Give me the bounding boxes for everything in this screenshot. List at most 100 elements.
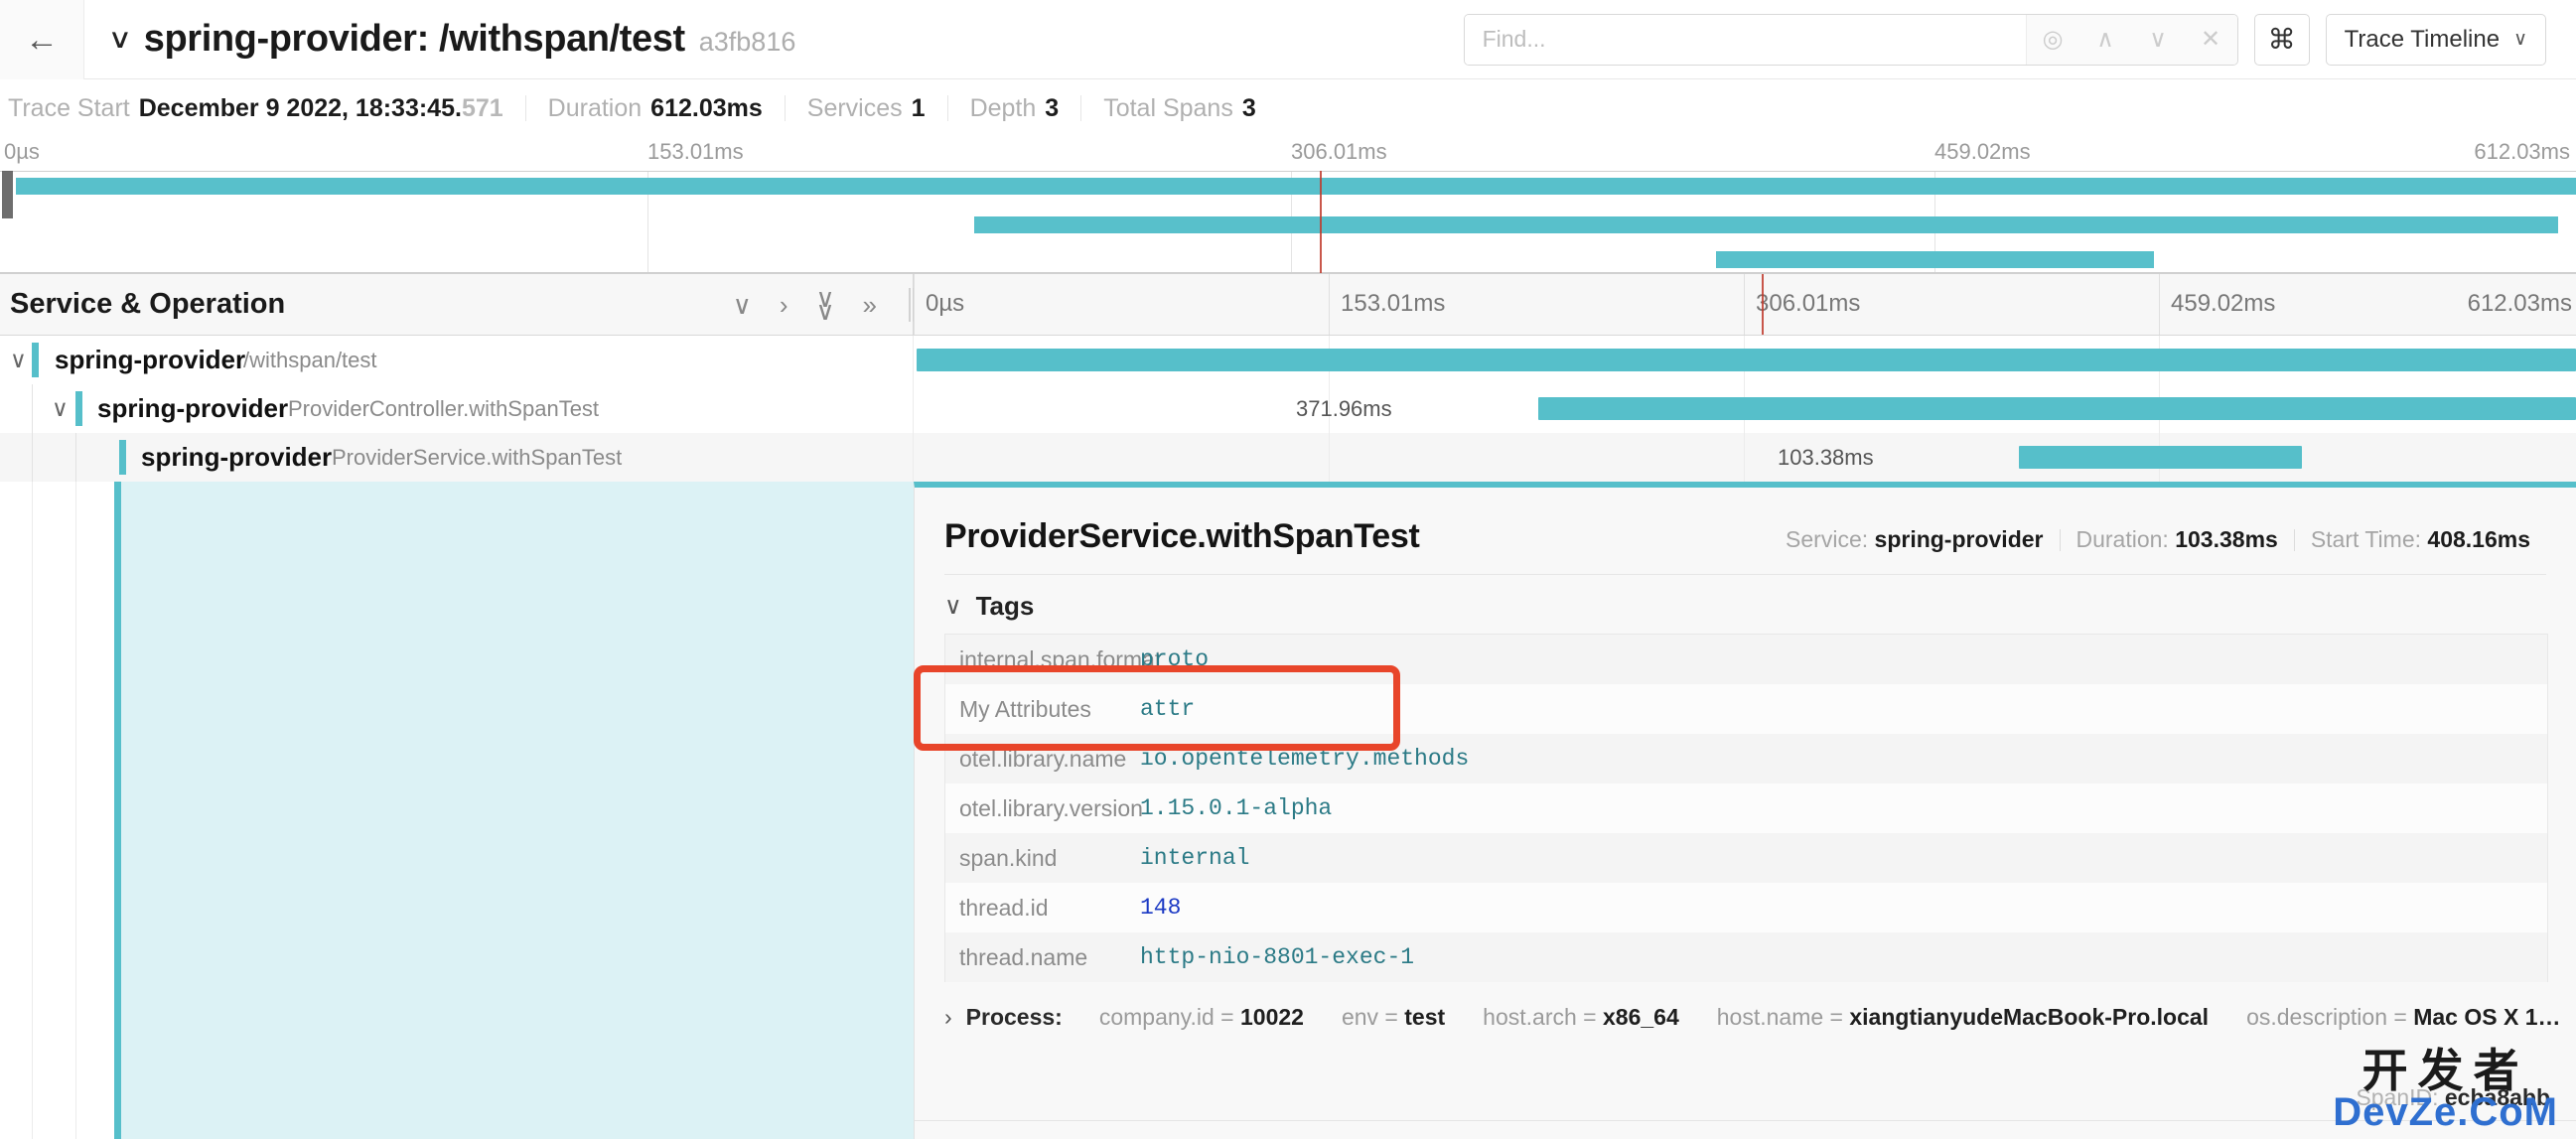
meta-label: Total Spans [1103, 93, 1233, 122]
minimap-tick: 612.03ms [2474, 139, 2570, 164]
detail-service: Service: spring-provider [1786, 526, 2044, 552]
table-row[interactable]: ∨ spring-provider ProviderController.wit… [0, 384, 2576, 433]
double-chevron-down-icon[interactable]: ∨ ∨ [816, 285, 835, 324]
process-section[interactable]: › Process: company.id = 10022 env = test… [915, 982, 2576, 1031]
trace-minimap[interactable]: 0µs 153.01ms 306.01ms 459.02ms 612.03ms [0, 137, 2576, 274]
span-row-label[interactable]: ∨ spring-provider /withspan/test [0, 336, 914, 384]
view-mode-select[interactable]: Trace Timeline ∨ [2325, 13, 2546, 66]
chevron-right-icon[interactable]: › [780, 292, 788, 318]
search-input[interactable] [1464, 14, 2026, 65]
minimap-canvas[interactable] [0, 171, 2576, 273]
tag-key: span.kind [959, 844, 1058, 871]
detail-start-time: Start Time: 408.16ms [2310, 526, 2530, 552]
table-row[interactable]: My Attributes attr [945, 684, 2547, 734]
detail-meta: Service: spring-provider Duration: 103.3… [1770, 526, 2546, 553]
find-group: ◎ ∧ ∨ ✕ [1463, 13, 2238, 66]
detail-gutter [0, 482, 114, 1139]
table-row[interactable]: span.kind internal [945, 833, 2547, 883]
span-row-bar-area[interactable]: 371.96ms [914, 384, 2576, 433]
meta-label: Depth [969, 93, 1037, 122]
tag-key: otel.library.name [959, 745, 1127, 772]
meta-value: 1 [911, 93, 926, 122]
span-rows: ∨ spring-provider /withspan/test ∨ sprin… [0, 336, 2576, 482]
keyboard-shortcut-button[interactable]: ⌘ [2253, 13, 2310, 66]
table-row[interactable]: ∨ spring-provider /withspan/test [0, 336, 2576, 384]
span-bar [917, 349, 2576, 371]
tags-table: internal.span.format proto My Attributes… [944, 634, 2548, 982]
span-row-label[interactable]: ∨ spring-provider ProviderController.wit… [0, 384, 914, 433]
watermark-en: DevZe.CoM [2333, 1090, 2558, 1134]
table-row[interactable]: spring-provider ProviderService.withSpan… [0, 433, 2576, 482]
meta-value: 612.03ms [650, 93, 763, 122]
timeline-column-header: Service & Operation ∨ › ∨ ∨ » 0µs 153.01m… [0, 274, 2576, 336]
meta-value: December 9 2022, 18:33:45.571 [138, 93, 503, 122]
tags-section-title: Tags [975, 591, 1035, 621]
target-icon[interactable]: ◎ [2027, 15, 2079, 65]
trace-meta-bar: Trace Start December 9 2022, 18:33:45.57… [0, 79, 2576, 137]
chevron-down-icon[interactable]: ∨ [2132, 15, 2185, 65]
chevron-down-icon[interactable]: ∨ [10, 349, 27, 371]
minimap-tick-labels: 0µs 153.01ms 306.01ms 459.02ms 612.03ms [0, 137, 2576, 171]
span-operation-name: /withspan/test [243, 347, 377, 372]
minimap-tick: 306.01ms [1291, 139, 1387, 164]
span-service-name: spring-provider [141, 442, 333, 472]
expand-collapse-controls: ∨ › ∨ ∨ » [733, 285, 913, 324]
service-operation-header: Service & Operation ∨ › ∨ ∨ » [0, 274, 915, 335]
chevron-down-icon[interactable]: ∨ [108, 26, 133, 53]
span-service-name: spring-provider [97, 393, 289, 423]
process-item: os.description = Mac OS X 1… [2246, 1004, 2561, 1030]
span-detail-panel: ProviderService.withSpanTest Service: sp… [0, 482, 2576, 1139]
process-label: Process: [965, 1004, 1063, 1030]
minimap-drag-handle-left[interactable] [2, 171, 13, 218]
process-item: host.arch = x86_64 [1483, 1004, 1679, 1030]
span-row-label[interactable]: spring-provider ProviderService.withSpan… [0, 433, 914, 482]
chevron-down-icon[interactable]: ∨ [733, 292, 752, 318]
tag-value: http-nio-8801-exec-1 [1140, 944, 1415, 970]
chevron-down-icon: ∨ [2513, 29, 2527, 50]
meta-label: Duration [547, 93, 643, 122]
process-item: host.name = xiangtianyudeMacBook-Pro.loc… [1716, 1004, 2210, 1030]
span-row-bar-area[interactable]: 103.38ms [914, 433, 2576, 482]
span-duration-label: 103.38ms [1778, 445, 1874, 470]
detail-indent-highlight [114, 482, 914, 1139]
meta-value: 3 [1241, 93, 1256, 122]
back-arrow-icon: ← [25, 20, 59, 59]
watermark: 开发者 DevZe.CoM [2333, 1048, 2558, 1134]
double-chevron-right-icon[interactable]: » [863, 292, 877, 318]
minimap-tick: 459.02ms [1934, 139, 2031, 164]
chevron-right-icon[interactable]: › [944, 1004, 952, 1031]
tag-key: thread.name [959, 943, 1088, 970]
span-bar [1538, 397, 2576, 420]
minimap-tick: 153.01ms [647, 139, 744, 164]
detail-header: ProviderService.withSpanTest Service: sp… [915, 488, 2576, 556]
table-row[interactable]: thread.name http-nio-8801-exec-1 [945, 932, 2547, 982]
tags-section-header[interactable]: ∨ Tags [915, 575, 2576, 634]
meta-value: 3 [1045, 93, 1060, 122]
meta-label: Trace Start [8, 93, 130, 122]
trace-title-group: ∨ spring-provider: /withspan/test a3fb81… [84, 18, 796, 61]
tag-key: otel.library.version [959, 794, 1143, 821]
command-icon: ⌘ [2267, 24, 2296, 55]
view-mode-label: Trace Timeline [2344, 25, 2501, 53]
back-button[interactable]: ← [0, 0, 84, 79]
timeline-cursor [1762, 274, 1764, 335]
table-row[interactable]: otel.library.name io.opentelemetry.metho… [945, 734, 2547, 783]
chevron-up-icon[interactable]: ∧ [2079, 15, 2132, 65]
meta-duration: Duration 612.03ms [526, 94, 785, 123]
table-row[interactable]: thread.id 148 [945, 883, 2547, 932]
chevron-down-icon[interactable]: ∨ [52, 397, 69, 420]
minimap-span-bar [15, 178, 2576, 195]
minimap-tick: 0µs [4, 139, 40, 164]
span-row-bar-area[interactable] [914, 336, 2576, 384]
tag-value: internal [1140, 845, 1250, 871]
close-icon[interactable]: ✕ [2185, 15, 2237, 65]
table-row[interactable]: internal.span.format proto [945, 635, 2547, 684]
meta-trace-start: Trace Start December 9 2022, 18:33:45.57… [8, 94, 525, 123]
divider [915, 1120, 2576, 1121]
chevron-down-icon: ∨ [944, 592, 962, 620]
timeline-tick: 0µs [926, 290, 965, 317]
span-bar [2019, 446, 2302, 469]
table-row[interactable]: otel.library.version 1.15.0.1-alpha [945, 783, 2547, 833]
detail-duration: Duration: 103.38ms [2075, 526, 2278, 552]
minimap-cursor [1320, 171, 1322, 273]
